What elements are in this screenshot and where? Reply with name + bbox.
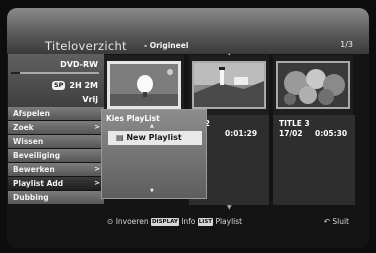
menu-item-label: Afspelen [13,109,50,118]
options-menu: Afspelen Zoek > Wissen Beveiliging Bewerk… [8,107,104,205]
title-thumbnail-2[interactable] [189,55,269,117]
new-playlist-option[interactable]: ▤ New Playlist [108,131,202,145]
thumbnail-frame-selected [107,61,181,109]
menu-item-label: Zoek [13,123,34,132]
list-key-icon: LIST [197,218,214,226]
menu-item-bewerken[interactable]: Bewerken > [8,163,104,176]
disc-usage-bar [11,72,99,74]
key-hints: ⊙ Invoeren DISPLAY Info LIST Playlist [107,217,242,226]
popup-title: Kies PlayList [106,114,160,123]
menu-item-label: Wissen [13,137,44,146]
coral-reef-image [278,63,348,107]
disc-free-label: Vrij [82,95,98,104]
menu-item-label: Playlist Add [13,179,64,188]
title-thumbnail-3[interactable] [273,55,353,117]
disc-usage-fill [11,72,20,74]
menu-item-afspelen[interactable]: Afspelen [8,107,104,120]
title-duration: 0:01:29 [225,129,258,138]
record-mode-badge: SP [52,81,66,90]
disc-type: DVD-RW [60,60,98,69]
lighthouse-image [194,63,264,107]
close-label: Sluit [332,217,349,226]
menu-item-label: Beveiliging [13,151,61,160]
display-key-icon: DISPLAY [150,218,179,226]
enter-icon: ⊙ [107,217,114,226]
close-hint: ↶ Sluit [324,217,349,226]
new-playlist-label: New Playlist [126,133,182,142]
menu-item-wissen[interactable]: Wissen [8,135,104,148]
menu-item-playlist-add[interactable]: Playlist Add > [8,177,104,190]
page-subtitle: - Origineel [144,41,189,50]
chevron-right-icon: > [94,123,100,131]
playlist-hint: Playlist [215,217,243,226]
choose-playlist-popup: Kies PlayList ▲ ▤ New Playlist ▼ [101,109,207,199]
menu-item-label: Bewerken [13,165,55,174]
enter-hint: Invoeren [115,217,149,226]
chevron-right-icon: > [94,165,100,173]
title-duration: 0:05:30 [315,129,348,138]
thumbnail-frame [276,61,350,109]
info-hint: Info [181,217,196,226]
return-icon: ↶ [323,217,330,226]
title-bar: Titeloverzicht - Origineel 1/3 ▲ [7,8,369,59]
scroll-up-icon[interactable]: ▲ [150,123,154,129]
menu-item-label: Dubbing [13,193,49,202]
page-indicator: 1/3 [340,40,353,49]
thumbnail-frame [192,61,266,109]
scroll-down-icon: ▼ [227,204,232,211]
chevron-right-icon: > [94,179,100,187]
page-title: Titeloverzicht [45,39,127,53]
status-bar: ⊙ Invoeren DISPLAY Info LIST Playlist ↶ … [7,212,369,236]
menu-item-beveiliging[interactable]: Beveiliging [8,149,104,162]
menu-item-dubbing[interactable]: Dubbing [8,191,104,204]
dvd-recorder-screen: Titeloverzicht - Origineel 1/3 ▲ DVD-RW … [7,8,369,248]
disc-info-panel: DVD-RW SP 2H 2M Vrij [8,54,104,114]
title-date: 17/02 [279,129,303,138]
title-info-3: TITLE 3 17/02 0:05:30 [273,115,355,205]
title-thumbnail-1[interactable] [104,55,184,117]
balloon-image [110,64,178,106]
title-name: TITLE 3 [279,119,310,128]
menu-item-zoek[interactable]: Zoek > [8,121,104,134]
scroll-down-icon[interactable]: ▼ [150,188,154,194]
disc-remaining-time: 2H 2M [69,81,98,90]
playlist-icon: ▤ [116,133,124,142]
